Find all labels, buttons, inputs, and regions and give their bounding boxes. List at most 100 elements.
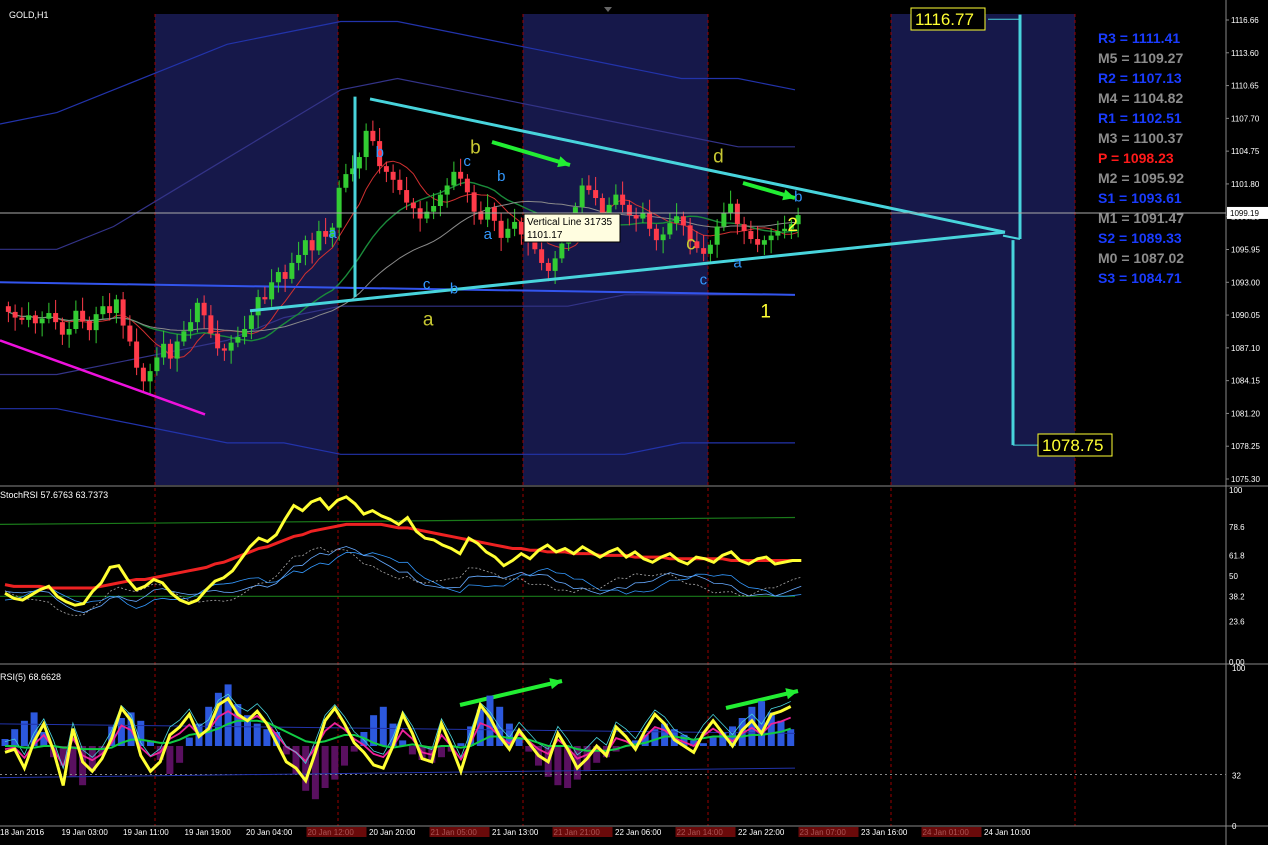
- candle-body-13: [93, 314, 99, 331]
- vertical-line-tooltip[interactable]: Vertical Line 31735 1101.17: [523, 213, 621, 243]
- candle-body-6: [46, 313, 52, 319]
- stoch-series-signal: [4, 522, 802, 590]
- rsi-histogram-bar-35: [341, 746, 348, 766]
- candle-body-107: [728, 203, 734, 213]
- candle-body-4: [32, 315, 38, 324]
- candle-body-41: [282, 272, 288, 279]
- candle-body-106: [721, 212, 727, 227]
- candle-body-97: [660, 234, 666, 241]
- candle-body-24: [167, 343, 173, 359]
- stoch-tick-label-1: 78.6: [1229, 523, 1245, 532]
- candle-body-57: [390, 171, 396, 180]
- x-axis-label-14: 23 Jan 16:00: [861, 828, 908, 837]
- chart-canvas[interactable]: 1116.77 1078.75 Vertical Line 31735 1101.17…: [0, 0, 1268, 845]
- price-tick-label-10: 1087.10: [1231, 344, 1260, 353]
- stoch-title: StochRSI 57.6763 63.7373: [0, 490, 108, 500]
- candle-body-91: [620, 194, 626, 205]
- tooltip-title: Vertical Line 31735: [527, 217, 613, 228]
- mt4-chart-window[interactable]: 1116.77 1078.75 Vertical Line 31735 1101.17…: [0, 0, 1268, 845]
- symbol-title: GOLD,H1: [9, 10, 49, 20]
- candle-body-16: [113, 299, 119, 314]
- candle-body-69: [471, 192, 477, 212]
- candle-body-42: [289, 262, 295, 279]
- x-axis-label-11: 22 Jan 14:00: [677, 828, 724, 837]
- candle-body-94: [640, 212, 646, 219]
- candle-body-78: [532, 242, 538, 250]
- x-axis-label-0: 18 Jan 2016: [0, 828, 45, 837]
- rsi-arrow-1-shaft: [459, 679, 563, 707]
- wave-label-15: b: [794, 188, 802, 205]
- candle-body-27: [188, 322, 194, 332]
- candle-body-46: [316, 231, 322, 251]
- pivot-m5: M5 = 1109.27: [1098, 50, 1183, 66]
- candle-body-74: [505, 228, 511, 238]
- candle-body-58: [397, 179, 403, 191]
- x-axis-label-10: 22 Jan 06:00: [615, 828, 662, 837]
- x-axis-label-6: 20 Jan 20:00: [369, 828, 416, 837]
- candle-body-47: [323, 231, 329, 237]
- candle-body-19: [134, 341, 140, 368]
- candle-body-21: [147, 371, 153, 382]
- price-tick-label-4: 1104.75: [1231, 147, 1260, 156]
- price-tick-label-9: 1090.05: [1231, 311, 1260, 320]
- candle-body-92: [626, 204, 632, 216]
- candle-body-25: [174, 341, 180, 359]
- candle-body-34: [235, 336, 241, 343]
- candle-body-1: [12, 311, 18, 318]
- candle-body-66: [451, 171, 457, 186]
- candle-body-29: [201, 302, 207, 316]
- x-axis-label-8: 21 Jan 13:00: [492, 828, 539, 837]
- rsi-histogram-bar-73: [709, 737, 717, 746]
- candle-body-5: [39, 318, 45, 324]
- price-tick-label-7: 1095.95: [1231, 246, 1260, 255]
- stoch-tick-label-3: 50: [1229, 572, 1238, 581]
- candle-body-40: [275, 272, 281, 283]
- x-axis-label-1: 19 Jan 03:00: [62, 828, 109, 837]
- candle-body-90: [613, 194, 619, 205]
- candle-body-60: [410, 202, 416, 209]
- candle-body-14: [100, 306, 106, 315]
- candle-body-95: [647, 212, 653, 229]
- session-shade-2: [891, 14, 1075, 485]
- pivot-r3: R3 = 1111.41: [1098, 30, 1180, 46]
- candle-body-30: [208, 315, 214, 334]
- candle-body-104: [707, 244, 713, 254]
- candle-body-110: [748, 231, 754, 240]
- rsi-histogram-bar-42: [408, 746, 416, 755]
- wave-label-6: b: [376, 144, 384, 161]
- scroll-marker-icon[interactable]: [604, 7, 612, 12]
- wave-label-9: c: [423, 276, 431, 293]
- candle-body-113: [768, 235, 774, 241]
- price-tick-label-12: 1081.20: [1231, 409, 1260, 418]
- candle-body-9: [66, 328, 72, 335]
- target-top-label-text: 1116.77: [915, 10, 974, 29]
- candle-body-64: [437, 194, 443, 206]
- price-tick-label-11: 1084.15: [1231, 377, 1260, 386]
- pivot-m4: M4 = 1104.82: [1098, 90, 1183, 106]
- x-axis-label-4: 20 Jan 04:00: [246, 828, 293, 837]
- rsi-tick-label-0: 100: [1232, 664, 1246, 673]
- candle-body-35: [242, 328, 248, 337]
- candle-body-54: [370, 130, 376, 142]
- candle-body-59: [404, 190, 410, 203]
- pivot-m2: M2 = 1095.92: [1098, 170, 1184, 186]
- candle-body-38: [262, 297, 268, 300]
- candle-body-109: [741, 224, 747, 232]
- candle-body-7: [53, 313, 59, 323]
- wave-label-7: a: [328, 225, 337, 242]
- rsi-histogram-bar-77: [748, 706, 756, 746]
- x-axis-label-9: 21 Jan 21:00: [554, 828, 601, 837]
- candle-body-99: [674, 216, 680, 224]
- wave-label-0: a: [423, 310, 434, 331]
- candle-body-3: [26, 315, 32, 320]
- price-tick-label-8: 1093.00: [1231, 278, 1260, 287]
- candle-body-86: [586, 185, 592, 191]
- candle-body-33: [228, 342, 234, 351]
- rsi-histogram-bar-81: [787, 729, 795, 746]
- pivot-r1: R1 = 1102.51: [1098, 110, 1182, 126]
- candle-body-111: [755, 239, 761, 245]
- candle-body-36: [248, 315, 254, 329]
- pivot-m3: M3 = 1100.37: [1098, 130, 1183, 146]
- candle-body-12: [86, 321, 92, 331]
- wave-label-14: a: [733, 254, 742, 271]
